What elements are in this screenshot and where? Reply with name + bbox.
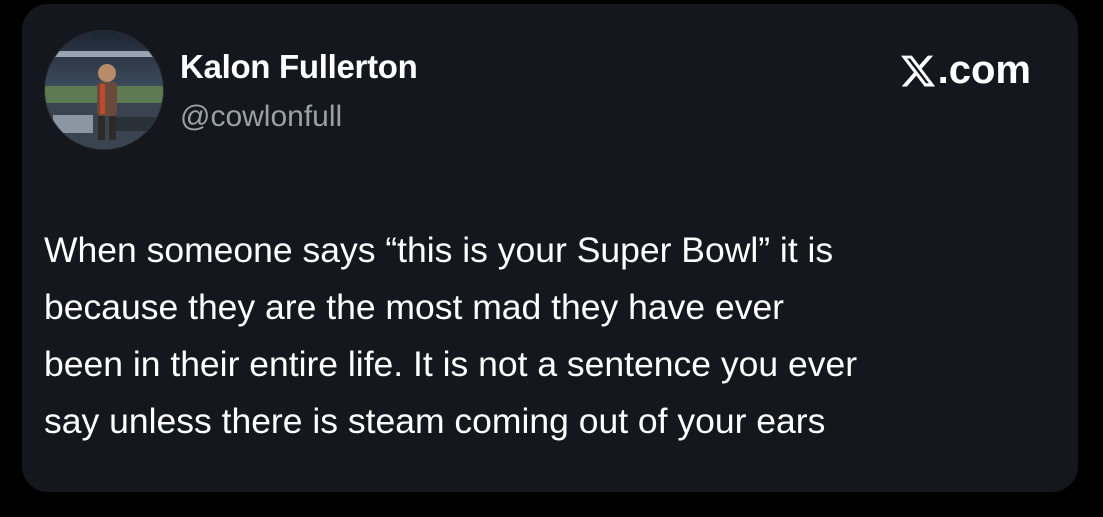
post-text: When someone says “this is your Super Bo… (44, 222, 1064, 450)
brand-domain-label: .com (937, 48, 1031, 92)
post-text-line: When someone says “this is your Super Bo… (44, 230, 834, 270)
brand-watermark: .com (899, 48, 1031, 93)
x-logo-icon (900, 55, 935, 86)
post-text-line: say unless there is steam coming out of … (44, 401, 826, 441)
avatar-photo (45, 31, 163, 149)
author-avatar[interactable] (44, 30, 164, 150)
post-text-line: because they are the most mad they have … (44, 287, 785, 327)
author-handle[interactable]: @cowlonfull (180, 100, 342, 134)
author-display-name[interactable]: Kalon Fullerton (180, 48, 418, 86)
post-card: Kalon Fullerton @cowlonfull .com When so… (22, 4, 1078, 492)
post-text-line: been in their entire life. It is not a s… (44, 344, 858, 384)
